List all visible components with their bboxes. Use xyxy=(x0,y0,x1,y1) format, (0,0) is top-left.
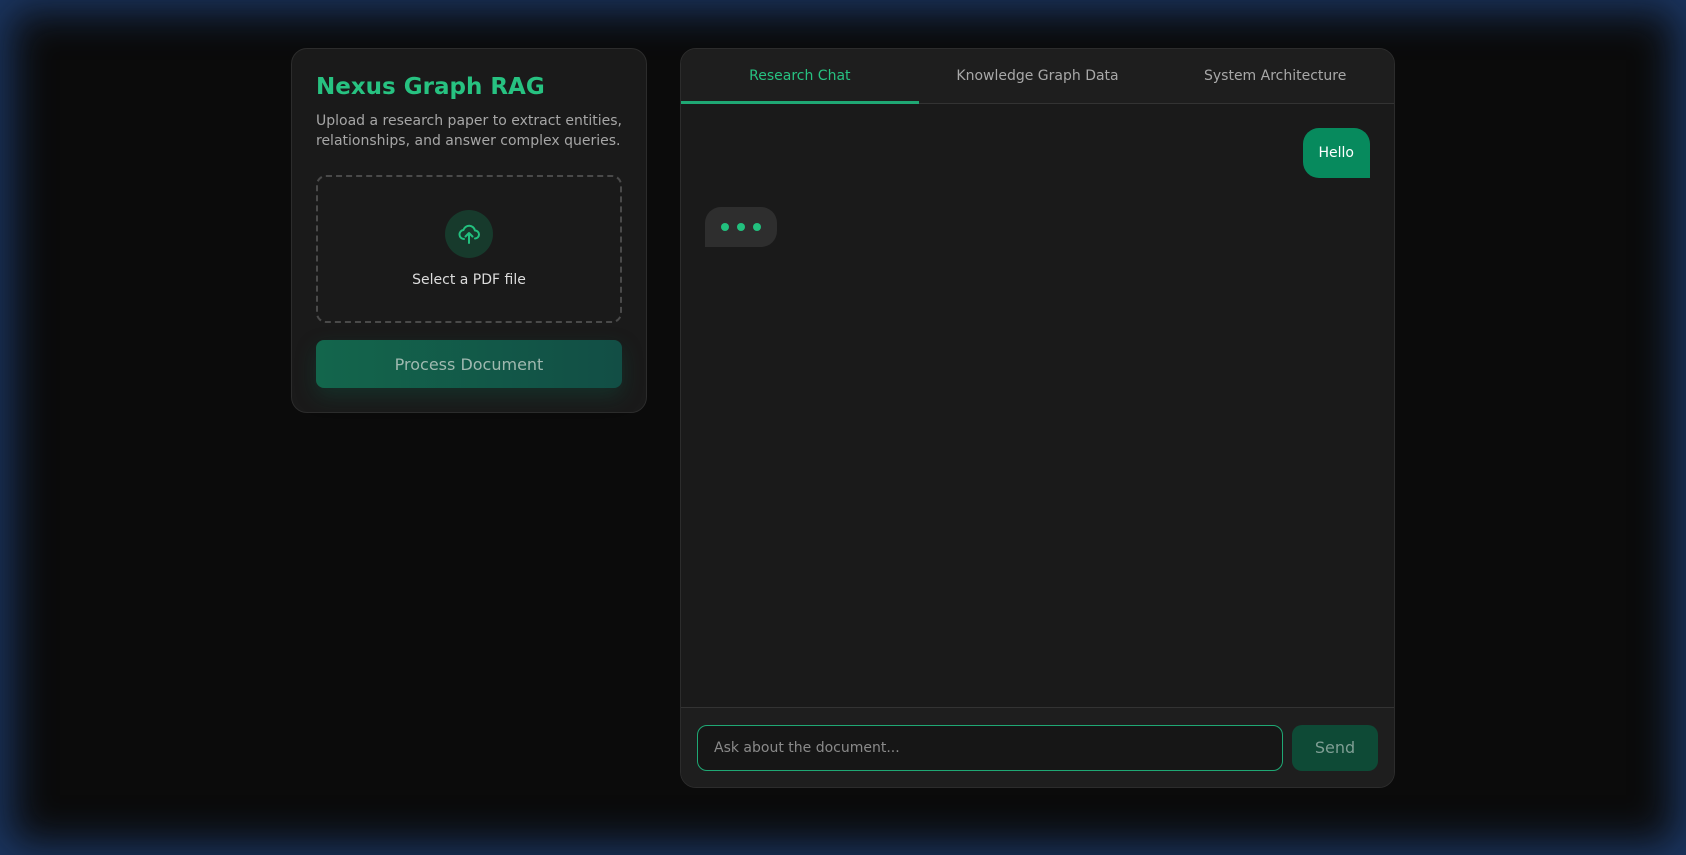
user-message-bubble: Hello xyxy=(1302,128,1370,178)
tab-research-chat[interactable]: Research Chat xyxy=(681,49,919,104)
tab-knowledge-graph-data[interactable]: Knowledge Graph Data xyxy=(919,49,1157,103)
chat-input[interactable] xyxy=(697,724,1283,771)
cloud-upload-icon xyxy=(445,210,493,258)
chat-panel: Research Chat Knowledge Graph Data Syste… xyxy=(680,48,1395,788)
send-button[interactable]: Send xyxy=(1292,724,1378,771)
typing-dot xyxy=(721,223,729,231)
typing-dot xyxy=(753,223,761,231)
process-document-button[interactable]: Process Document xyxy=(316,340,622,388)
app-root: Nexus Graph RAG Upload a research paper … xyxy=(0,0,1686,855)
message-list: Hello xyxy=(681,104,1394,709)
chat-input-bar: Send xyxy=(681,707,1394,787)
app-title: Nexus Graph RAG xyxy=(316,74,545,100)
typing-indicator xyxy=(705,207,777,247)
typing-dot xyxy=(737,223,745,231)
tab-system-architecture[interactable]: System Architecture xyxy=(1156,49,1394,103)
tab-bar: Research Chat Knowledge Graph Data Syste… xyxy=(681,49,1394,104)
dropzone-label: Select a PDF file xyxy=(412,272,526,288)
app-description: Upload a research paper to extract entit… xyxy=(316,113,622,149)
upload-panel: Nexus Graph RAG Upload a research paper … xyxy=(291,48,647,413)
pdf-dropzone[interactable]: Select a PDF file xyxy=(316,175,622,323)
